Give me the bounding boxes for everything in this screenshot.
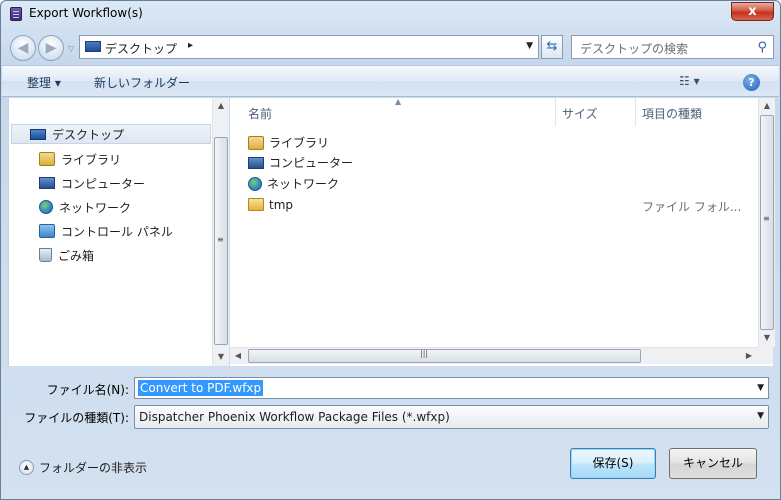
- scroll-up-icon[interactable]: ▲: [759, 98, 775, 114]
- hide-folders-label: フォルダーの非表示: [39, 461, 148, 475]
- scroll-corner: [758, 347, 773, 364]
- item-name: tmp: [269, 197, 294, 212]
- new-folder-button[interactable]: 新しいフォルダー: [94, 74, 190, 91]
- collapse-icon: ▲: [19, 460, 34, 475]
- app-icon: [10, 7, 22, 21]
- refresh-button[interactable]: ⇆: [541, 35, 563, 59]
- list-item[interactable]: コンピューター: [248, 153, 353, 172]
- views-icon[interactable]: ☷ ▾: [679, 74, 700, 88]
- item-name: ネットワーク: [267, 177, 340, 191]
- nav-item-label: ネットワーク: [59, 200, 132, 215]
- list-item[interactable]: ライブラリ: [248, 133, 329, 152]
- nav-item-label: ごみ箱: [58, 248, 95, 263]
- forward-button[interactable]: ▶: [38, 35, 64, 61]
- desktop-icon: [85, 41, 101, 52]
- filename-label: ファイル名(N):: [46, 383, 129, 397]
- computer-icon: [39, 177, 55, 189]
- filename-field[interactable]: Convert to PDF.wfxp ▼: [134, 377, 769, 399]
- breadcrumb-desktop[interactable]: デスクトップ: [105, 40, 177, 57]
- nav-item-library[interactable]: ライブラリ: [39, 149, 121, 169]
- item-name: ライブラリ: [269, 136, 330, 150]
- file-list-hscrollbar[interactable]: ◀ ||| ▶: [230, 347, 758, 364]
- nav-item-control-panel[interactable]: コントロール パネル: [39, 221, 173, 241]
- save-button[interactable]: 保存(S): [570, 448, 656, 479]
- organize-menu[interactable]: 整理 ▾: [27, 74, 61, 91]
- nav-item-label: デスクトップ: [52, 127, 125, 142]
- help-icon[interactable]: ?: [743, 74, 760, 91]
- network-icon: [39, 200, 53, 214]
- column-header-size[interactable]: サイズ: [562, 105, 598, 122]
- nav-item-network[interactable]: ネットワーク: [39, 197, 131, 217]
- filetype-select[interactable]: Dispatcher Phoenix Workflow Package File…: [134, 405, 769, 429]
- search-input[interactable]: デスクトップの検索: [580, 40, 688, 57]
- folder-icon: [248, 198, 264, 211]
- hide-folders-toggle[interactable]: ▲ フォルダーの非表示: [19, 459, 147, 476]
- file-list: ▲ 名前 サイズ 項目の種類 ライブラリ コンピューター ネットワーク tmp …: [230, 97, 775, 366]
- scroll-down-icon[interactable]: ▼: [759, 330, 775, 346]
- control-panel-icon: [39, 224, 55, 238]
- scroll-down-icon[interactable]: ▼: [213, 349, 229, 365]
- list-item[interactable]: tmp: [248, 195, 293, 214]
- file-list-vscrollbar[interactable]: ▲ ≡ ▼: [758, 98, 775, 347]
- nav-scrollbar[interactable]: ▲ ≡ ▼: [212, 98, 229, 366]
- recent-pages-dropdown-icon[interactable]: ▽: [68, 44, 76, 53]
- back-arrow-icon: ◀: [17, 40, 29, 56]
- cancel-button[interactable]: キャンセル: [669, 448, 757, 479]
- column-divider[interactable]: [555, 98, 556, 126]
- filetype-value: Dispatcher Phoenix Workflow Package File…: [139, 410, 450, 424]
- nav-item-computer[interactable]: コンピューター: [39, 173, 145, 193]
- close-button[interactable]: x: [731, 2, 774, 21]
- nav-item-recycle-bin[interactable]: ごみ箱: [39, 245, 94, 265]
- column-divider[interactable]: [635, 98, 636, 126]
- recycle-bin-icon: [39, 248, 52, 262]
- command-bar: 整理 ▾ 新しいフォルダー ☷ ▾ ?: [2, 65, 779, 97]
- list-item[interactable]: ネットワーク: [248, 174, 339, 193]
- grip-icon: |||: [420, 349, 429, 358]
- desktop-icon: [30, 128, 46, 140]
- forward-arrow-icon: ▶: [45, 40, 57, 56]
- address-dropdown-icon[interactable]: ▼: [526, 41, 533, 51]
- refresh-icon: ⇆: [546, 39, 558, 54]
- back-button[interactable]: ◀: [10, 35, 36, 61]
- nav-item-label: コントロール パネル: [61, 224, 173, 239]
- computer-icon: [248, 156, 264, 169]
- sort-ascending-icon: ▲: [395, 97, 402, 106]
- network-icon: [248, 176, 262, 191]
- item-type: ファイル フォル...: [642, 200, 742, 214]
- title-bar: Export Workflow(s) x: [1, 1, 780, 27]
- search-box[interactable]: デスクトップの検索 ⚲: [571, 35, 774, 59]
- breadcrumb-chevron-icon[interactable]: ▸: [188, 40, 193, 51]
- grip-icon: ≡: [217, 235, 224, 244]
- filetype-label: ファイルの種類(T):: [24, 411, 129, 425]
- scroll-left-icon[interactable]: ◀: [230, 348, 246, 364]
- library-icon: [248, 135, 264, 150]
- scroll-right-icon[interactable]: ▶: [741, 348, 757, 364]
- item-name: コンピューター: [269, 156, 354, 170]
- navigation-pane: デスクトップ ライブラリ コンピューター ネットワーク コントロール パネル ご…: [8, 98, 229, 366]
- column-header-type[interactable]: 項目の種類: [642, 105, 702, 122]
- scroll-thumb[interactable]: [248, 349, 641, 363]
- window-title: Export Workflow(s): [29, 6, 143, 20]
- filename-dropdown-icon[interactable]: ▼: [757, 383, 764, 393]
- library-icon: [39, 152, 55, 166]
- address-bar[interactable]: デスクトップ ▸ ▼: [79, 35, 539, 59]
- nav-item-label: ライブラリ: [61, 152, 122, 167]
- search-icon[interactable]: ⚲: [757, 40, 767, 55]
- export-dialog: Export Workflow(s) x ◀ ▶ ▽ デスクトップ ▸ ▼ ⇆ …: [0, 0, 781, 500]
- scroll-up-icon[interactable]: ▲: [213, 98, 229, 114]
- filename-value[interactable]: Convert to PDF.wfxp: [138, 380, 264, 396]
- grip-icon: ≡: [763, 214, 770, 223]
- nav-item-desktop[interactable]: デスクトップ: [11, 124, 211, 144]
- filetype-dropdown-icon[interactable]: ▼: [757, 411, 764, 421]
- column-header-name[interactable]: 名前: [248, 105, 272, 122]
- nav-item-label: コンピューター: [61, 176, 146, 191]
